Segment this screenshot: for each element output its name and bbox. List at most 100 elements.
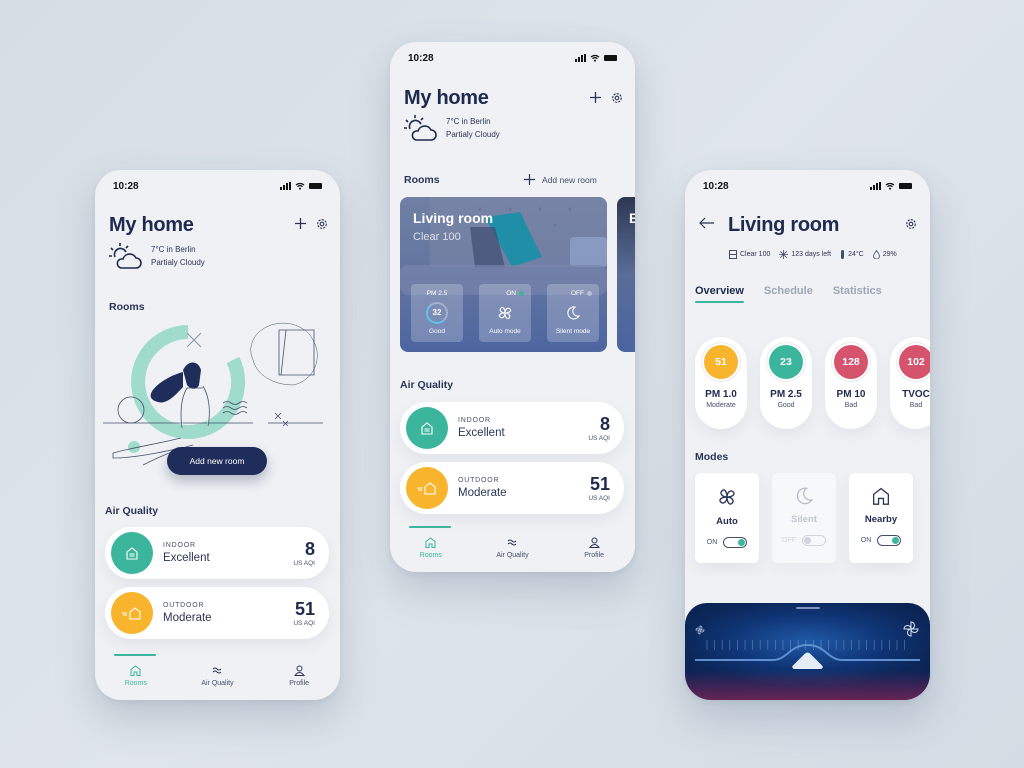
metric-status: Bad [909,402,923,409]
moon-icon [796,487,813,505]
wifi-icon [590,54,600,62]
room-card-next[interactable]: B [617,197,635,352]
phone-home-rooms: 10:28 My home 7°C in Berlin Partialy Clou… [390,42,635,572]
home-icon [425,537,436,548]
metric-pm10[interactable]: 128 PM 10 Bad [825,337,877,429]
profile-icon [588,537,600,548]
room-name: Living room [413,210,494,226]
signal-icon [280,182,291,190]
metric-name: PM 10 [836,389,866,400]
mode-name: Silent [791,514,817,525]
aqi-label: OUTDOOR [458,477,500,484]
fan-speed-slider[interactable] [685,628,930,678]
toggle-state: ON [706,539,718,546]
nav-air-quality[interactable]: Air Quality [477,537,547,559]
battery-icon [604,55,617,61]
weather-widget: 7°C in Berlin Partialy Cloudy [109,242,205,270]
back-arrow-icon[interactable] [699,217,715,229]
slider-thumb [792,652,823,669]
status-time: 10:28 [113,180,139,192]
drag-handle[interactable] [795,607,820,609]
indoor-aqi-badge [406,407,448,449]
nav-profile[interactable]: Profile [264,665,334,687]
status-bar: 10:28 [408,51,617,65]
plus-icon[interactable] [589,91,602,104]
status-time: 10:28 [703,180,729,192]
auto-mode-tile[interactable]: ON Auto mode [479,284,531,342]
bottom-nav: Rooms Air Quality Profile [95,654,340,700]
aqi-label: OUTDOOR [163,602,205,609]
air-icon [212,667,222,674]
filter-days-left: 123 days left [791,251,832,258]
gear-icon[interactable] [315,217,329,231]
status-bar: 10:28 [113,179,322,193]
nav-rooms[interactable]: Rooms [101,654,171,687]
aqi-unit: US AQI [293,619,315,627]
metric-badge: 128 [834,345,868,379]
nav-label: Air Quality [201,680,234,687]
mode-name: Auto [716,516,738,527]
add-new-room-link[interactable]: Add new room [524,174,597,185]
modes-heading: Modes [695,451,729,463]
aqi-value: 8 [304,538,315,559]
mode-nearby[interactable]: Nearby ON [849,473,913,563]
tab-statistics[interactable]: Statistics [833,285,882,303]
tile-state: ON [506,289,516,297]
room-name: B [629,210,635,226]
wifi-icon [885,182,895,190]
aqi-value: 8 [599,413,610,434]
outdoor-aqi-card[interactable]: OUTDOOR Moderate 51 US AQI [105,587,329,639]
rooms-heading: Rooms [109,301,145,313]
pm25-value: 32 [432,308,442,317]
temperature: 24°C [848,251,864,258]
outdoor-aqi-card[interactable]: OUTDOOR Moderate 51 US AQI [400,462,624,514]
outdoor-aqi-badge [111,592,153,634]
nearby-toggle[interactable] [877,535,902,546]
tab-overview[interactable]: Overview [695,285,744,303]
nav-air-quality[interactable]: Air Quality [182,665,252,687]
fan-swirl-icon [498,306,512,319]
gear-icon[interactable] [904,217,918,231]
nav-rooms[interactable]: Rooms [396,526,466,559]
mode-auto[interactable]: Auto ON [695,473,759,563]
fan-speed-panel[interactable] [685,603,930,700]
auto-toggle[interactable] [723,537,748,548]
aqi-unit: US AQI [588,434,610,442]
weather-temp: 7°C in Berlin [446,117,491,126]
tile-label: Auto mode [489,328,521,335]
add-new-room-button[interactable]: Add new room [167,447,267,475]
thermometer-icon [841,250,845,259]
tile-label: Silent mode [555,328,591,335]
indoor-aqi-card[interactable]: INDOOR Excellent 8 US AQI [105,527,329,579]
tab-schedule[interactable]: Schedule [764,285,813,303]
indoor-aqi-badge [111,532,153,574]
metric-value: 128 [842,356,860,368]
pm25-tile[interactable]: PM 2.5 32 Good [411,284,463,342]
mode-silent[interactable]: Silent OFF [772,473,836,563]
on-indicator [519,290,524,296]
phone-home-empty: 10:28 My home 7°C in Berlin Partialy Clou… [95,170,340,700]
silent-toggle[interactable] [802,535,826,546]
humidity-drop-icon [872,250,880,259]
moon-icon [567,305,580,319]
nav-profile[interactable]: Profile [559,537,629,559]
silent-mode-tile[interactable]: OFF Silent mode [547,284,599,342]
plus-icon[interactable] [294,217,307,230]
tile-label: PM 2.5 [426,289,448,297]
room-card-living-room[interactable]: Living room Clear 100 PM 2.5 32 Good ON … [400,197,607,352]
air-quality-heading: Air Quality [105,505,159,517]
metric-pm1[interactable]: 51 PM 1.0 Moderate [695,337,747,429]
outdoor-home-icon [417,482,436,495]
tile-status: Good [429,328,445,335]
status-time: 10:28 [408,52,434,64]
gear-icon[interactable] [610,91,624,105]
humidity: 29% [882,251,897,258]
nav-label: Profile [584,552,605,559]
weather-desc: Partialy Cloudy [446,130,500,139]
indoor-aqi-card[interactable]: INDOOR Excellent 8 US AQI [400,402,624,454]
metric-pm25[interactable]: 23 PM 2.5 Good [760,337,812,429]
metric-tvoc[interactable]: 102 TVOC Bad [890,337,930,429]
filter-status: Clear 100 [740,251,771,258]
nav-label: Air Quality [496,552,529,559]
fan-swirl-icon [719,489,735,505]
